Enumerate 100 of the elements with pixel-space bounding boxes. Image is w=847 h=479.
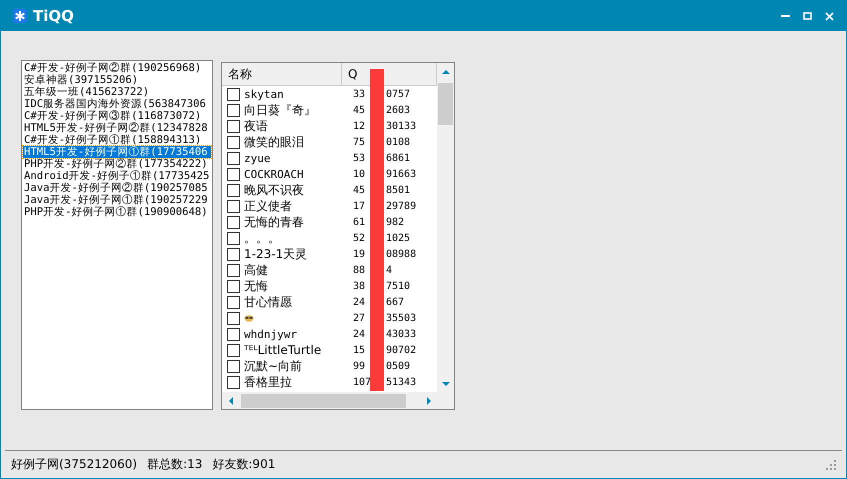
checkbox[interactable] bbox=[227, 344, 240, 356]
friend-name: 晚风不识夜 bbox=[244, 182, 304, 198]
friend-name: skytan bbox=[244, 88, 284, 100]
group-item[interactable]: PHP开发-好例子网①群(190900648) bbox=[23, 206, 211, 218]
qq-number: 30133 bbox=[386, 120, 416, 132]
qq-number: 61 bbox=[353, 216, 366, 228]
friend-name: 1-23-1天灵 bbox=[244, 246, 308, 262]
scrollbar-thumb[interactable] bbox=[438, 83, 453, 125]
group-item[interactable]: Java开发-好例子网①群(190257229 bbox=[23, 194, 211, 206]
qq-number: 45 bbox=[353, 184, 366, 196]
qq-number: 15 bbox=[353, 344, 366, 356]
checkbox[interactable] bbox=[227, 376, 240, 388]
qq-number: 0757 bbox=[386, 88, 410, 100]
friend-name: 微笑的眼泪 bbox=[244, 134, 304, 150]
group-item[interactable]: HTML5开发-好例子网①群(17735406 bbox=[23, 146, 211, 158]
checkbox[interactable] bbox=[227, 264, 240, 276]
qq-number: 19 bbox=[353, 248, 366, 260]
checkbox[interactable] bbox=[227, 248, 240, 260]
status-text: 群总数:13 bbox=[147, 456, 202, 473]
qq-number: 24 bbox=[353, 296, 366, 308]
qq-number: 29789 bbox=[386, 200, 416, 212]
checkbox[interactable] bbox=[227, 296, 240, 308]
qq-number: 17 bbox=[353, 200, 366, 212]
checkbox[interactable] bbox=[227, 280, 240, 292]
checkbox[interactable] bbox=[227, 104, 240, 116]
qq-number: 91663 bbox=[386, 168, 416, 180]
friend-name: 甘心情愿 bbox=[244, 294, 292, 310]
minimize-icon bbox=[780, 15, 790, 17]
friend-name: COCKROACH bbox=[244, 168, 304, 180]
checkbox[interactable] bbox=[227, 360, 240, 372]
qq-number: 90702 bbox=[386, 344, 416, 356]
friend-name: whdnjywr bbox=[244, 328, 297, 340]
checkbox[interactable] bbox=[227, 136, 240, 148]
qq-number: 35503 bbox=[386, 312, 416, 324]
qq-number: 27 bbox=[353, 312, 366, 324]
qq-number: 43033 bbox=[386, 328, 416, 340]
group-item[interactable]: C#开发-好例子网③群(116873072) bbox=[23, 110, 211, 122]
friend-name: zyue bbox=[244, 152, 270, 164]
qq-number: 33 bbox=[353, 88, 366, 100]
group-item[interactable]: 五年级一班(415623722) bbox=[23, 86, 211, 98]
window-title: TiQQ bbox=[33, 7, 75, 25]
qq-number: 12 bbox=[353, 120, 366, 132]
friend-name: 夜语 bbox=[244, 118, 268, 134]
checkbox[interactable] bbox=[227, 312, 240, 324]
friend-name: 沉默~向前 bbox=[244, 358, 302, 374]
qq-number: 53 bbox=[353, 152, 366, 164]
group-item[interactable]: PHP开发-好例子网②群(177354222) bbox=[23, 158, 211, 170]
up-arrow-icon bbox=[442, 70, 450, 74]
qq-number: 52 bbox=[353, 232, 366, 244]
friend-name: 无悔 bbox=[244, 278, 268, 294]
checkbox[interactable] bbox=[227, 120, 240, 132]
qq-number: 0509 bbox=[386, 360, 410, 372]
friend-name: 向日葵『奇』 bbox=[244, 102, 316, 118]
group-item[interactable]: Java开发-好例子网②群(190257085 bbox=[23, 182, 211, 194]
qq-number: 6861 bbox=[386, 152, 410, 164]
qq-number: 38 bbox=[353, 280, 366, 292]
qq-number: 982 bbox=[386, 216, 404, 228]
status-text: 好友数:901 bbox=[212, 456, 276, 473]
left-arrow-icon bbox=[228, 396, 232, 404]
horizontal-scrollbar[interactable] bbox=[222, 392, 437, 409]
qq-number: 88 bbox=[353, 264, 366, 276]
qq-number: 2603 bbox=[386, 104, 410, 116]
friend-name: 香格里拉 bbox=[244, 374, 292, 390]
group-item[interactable]: Android开发-好例子①群(17735425 bbox=[23, 170, 211, 182]
checkbox[interactable] bbox=[227, 216, 240, 228]
qq-number: 7510 bbox=[386, 280, 410, 292]
qq-number: 75 bbox=[353, 136, 366, 148]
friend-name: ᵀᴱᴸLittleTurtle bbox=[244, 343, 322, 357]
checkbox[interactable] bbox=[227, 328, 240, 340]
qq-number: 51343 bbox=[386, 376, 416, 388]
checkbox[interactable] bbox=[227, 152, 240, 164]
qq-number: 0108 bbox=[386, 136, 410, 148]
resize-grip-icon[interactable] bbox=[826, 460, 836, 470]
group-item[interactable]: C#开发-好例子网①群(158894313) bbox=[23, 134, 211, 146]
checkbox[interactable] bbox=[227, 184, 240, 196]
friend-name: 。。。 bbox=[244, 230, 280, 246]
checkbox[interactable] bbox=[227, 232, 240, 244]
app-logo-icon bbox=[13, 9, 27, 23]
group-item[interactable]: IDC服务器国内海外资源(563847306 bbox=[23, 98, 211, 110]
qq-number: 1025 bbox=[386, 232, 410, 244]
checkbox[interactable] bbox=[227, 88, 240, 100]
checkbox[interactable] bbox=[227, 200, 240, 212]
column-header[interactable]: 名称 bbox=[222, 63, 342, 85]
qq-number: 10 bbox=[353, 168, 366, 180]
friend-name: 无悔的青春 bbox=[244, 214, 304, 230]
group-item[interactable]: 安卓神器(397155206) bbox=[23, 74, 211, 86]
vertical-scrollbar[interactable] bbox=[437, 63, 454, 392]
qq-number: 08988 bbox=[386, 248, 416, 260]
qq-number: 24 bbox=[353, 328, 366, 340]
friend-name: 高健 bbox=[244, 262, 268, 278]
group-list[interactable] bbox=[21, 60, 213, 410]
friend-name: 正义使者 bbox=[244, 198, 292, 214]
group-item[interactable]: HTML5开发-好例子网②群(12347828 bbox=[23, 122, 211, 134]
status-text: 好例子网(375212060) bbox=[11, 456, 138, 473]
checkbox[interactable] bbox=[227, 168, 240, 180]
scrollbar-thumb[interactable] bbox=[241, 394, 406, 408]
right-arrow-icon bbox=[426, 396, 430, 404]
group-item[interactable]: C#开发-好例子网②群(190256968) bbox=[23, 62, 211, 74]
qq-number: 4 bbox=[386, 264, 392, 276]
maximize-icon bbox=[802, 12, 812, 20]
